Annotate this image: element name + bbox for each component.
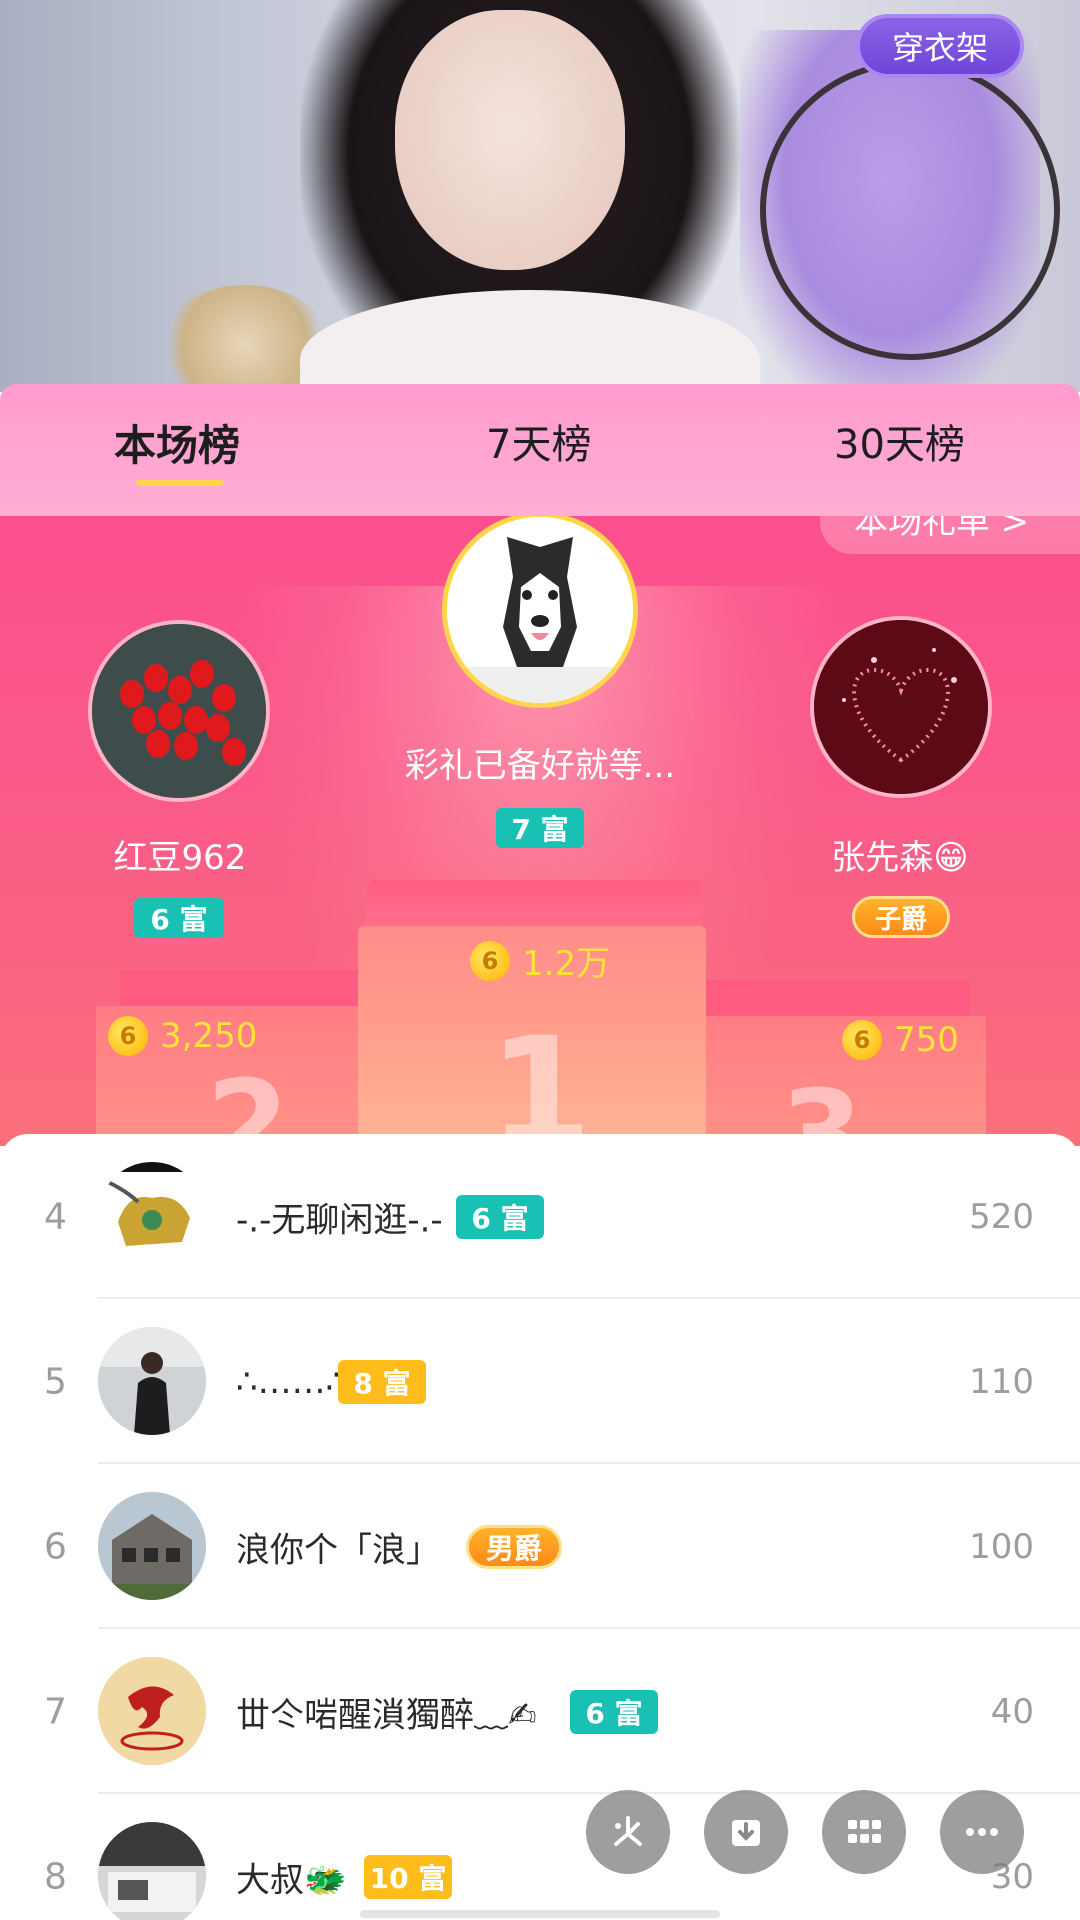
podium-number-2: 2 (206, 1056, 290, 1146)
share-icon (614, 1816, 642, 1846)
leaderboard-list: 4 -.-无聊闲逛-.- 6 富 520 5 ∴……∴ 8 富 110 6 浪你… (0, 1134, 1080, 1920)
user-name: 丗仒啱醒溑獨醉﹏✍ (236, 1695, 537, 1735)
list-item[interactable]: 4 -.-无聊闲逛-.- 6 富 520 (0, 1134, 1080, 1299)
ranking-tabs: 本场榜 7天榜 30天榜 (0, 384, 1080, 516)
list-item[interactable]: 8 大叔🐲 10 富 30 (0, 1794, 1080, 1920)
avatar[interactable] (98, 1327, 206, 1435)
user-name: 浪你个「浪」 (236, 1530, 440, 1570)
top2-avatar[interactable] (88, 620, 270, 802)
list-item[interactable]: 5 ∴……∴ 8 富 110 (0, 1299, 1080, 1464)
list-item[interactable]: 6 浪你个「浪」 男爵 100 (0, 1464, 1080, 1629)
share-button[interactable] (586, 1790, 670, 1874)
rank-number: 4 (44, 1196, 67, 1237)
top1-coin-value: 1.2万 (522, 944, 611, 984)
gift-list-link[interactable]: 本场礼单 > (820, 516, 1080, 554)
wardrobe-button[interactable]: 穿衣架 (856, 14, 1024, 78)
live-video: 穿衣架 (0, 0, 1080, 392)
top1-wealth-badge: 7 富 (496, 808, 584, 848)
user-name: ∴……∴ (236, 1361, 348, 1402)
score: 100 (969, 1526, 1034, 1567)
avatar[interactable] (98, 1162, 206, 1270)
download-button[interactable] (704, 1790, 788, 1874)
noble-badge: 男爵 (466, 1524, 562, 1569)
streamer-face (395, 10, 625, 270)
coin-icon: 6 (108, 1016, 148, 1056)
avatar[interactable] (98, 1492, 206, 1600)
wealth-badge: 10 富 (364, 1854, 452, 1899)
top2-coins: 6 3,250 (108, 1016, 257, 1056)
rank-number: 7 (44, 1691, 67, 1732)
top1-name: 彩礼已备好就等... (404, 746, 676, 786)
grid-icon (848, 1820, 881, 1843)
score: 520 (969, 1196, 1034, 1237)
top3-name: 张先森😁 (831, 838, 969, 878)
top3-coins: 6 750 (842, 1020, 959, 1060)
user-name: -.-无聊闲逛-.- (236, 1200, 443, 1240)
tab-30-days[interactable]: 30天榜 (834, 412, 965, 470)
wealth-badge: 6 富 (570, 1689, 658, 1734)
top2-coin-value: 3,250 (160, 1016, 258, 1056)
rank-number: 8 (44, 1856, 67, 1897)
score: 40 (990, 1691, 1034, 1732)
coin-icon: 6 (470, 940, 510, 981)
tab-current-show[interactable]: 本场榜 (114, 412, 240, 473)
rank-number: 6 (44, 1526, 67, 1567)
wealth-badge: 8 富 (338, 1359, 426, 1404)
list-item[interactable]: 7 丗仒啱醒溑獨醉﹏✍ 6 富 40 (0, 1629, 1080, 1794)
top2-wealth-badge: 6 富 (134, 898, 224, 938)
avatar[interactable] (98, 1657, 206, 1765)
top3-avatar[interactable] (810, 616, 992, 798)
coin-icon: 6 (842, 1020, 882, 1060)
wealth-badge: 6 富 (456, 1194, 544, 1239)
top3-noble-badge: 子爵 (852, 896, 950, 938)
tab-7-days[interactable]: 7天榜 (486, 412, 591, 470)
more-button[interactable] (940, 1790, 1024, 1874)
top1-coins: 6 1.2万 (470, 936, 610, 985)
download-icon (732, 1820, 760, 1846)
top3-coin-value: 750 (894, 1020, 959, 1060)
avatar[interactable] (98, 1822, 206, 1920)
podium-number-1: 1 (488, 1006, 593, 1146)
top1-avatar[interactable] (442, 516, 638, 708)
top2-name: 红豆962 (113, 838, 247, 878)
user-name: 大叔🐲 (236, 1860, 347, 1900)
background-hoop (760, 60, 1060, 360)
active-tab-indicator (136, 480, 224, 486)
rank-number: 5 (44, 1361, 67, 1402)
home-indicator (360, 1910, 720, 1918)
score: 110 (969, 1361, 1034, 1402)
podium: 本场礼单 > 1 2 3 彩礼已备好就等... 7 富 6 1.2万 红豆962… (0, 516, 1080, 1146)
grid-button[interactable] (822, 1790, 906, 1874)
ranking-panel: 本场榜 7天榜 30天榜 本场礼单 > 1 2 3 彩礼已备好就等... 7 富… (0, 384, 1080, 1920)
more-icon (966, 1828, 998, 1836)
